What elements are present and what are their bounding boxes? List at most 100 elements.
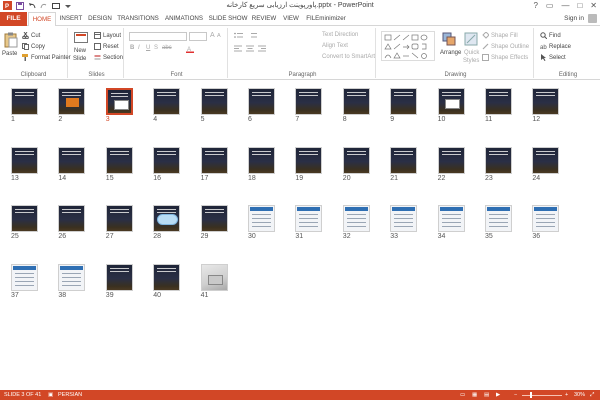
tab-slide-show[interactable]: SLIDE SHOW [208, 12, 248, 26]
slide-thumbnail[interactable]: 10 [437, 88, 465, 123]
font-size-combo[interactable] [189, 32, 207, 41]
arrange-button[interactable]: Arrange [440, 50, 461, 56]
slide-thumbnail[interactable]: 29 [200, 205, 228, 240]
slide-thumbnail[interactable]: 5 [200, 88, 228, 123]
slide-thumbnail[interactable]: 26 [58, 205, 86, 240]
copy-button[interactable]: Copy [22, 43, 45, 50]
tab-animations[interactable]: ANIMATIONS [162, 12, 206, 26]
slide-thumbnail[interactable]: 41 [200, 263, 228, 299]
shape-fill-button[interactable]: Shape Fill [482, 31, 518, 39]
align-right-button[interactable] [258, 45, 266, 52]
help-button[interactable]: ? [533, 1, 537, 10]
slide-thumbnail[interactable]: 39 [105, 263, 133, 299]
slide-sorter-view-icon[interactable]: ▦ [472, 390, 477, 400]
paste-icon[interactable] [4, 32, 18, 50]
ribbon-display-options-icon[interactable]: ▭ [546, 1, 554, 10]
slide-thumbnail[interactable]: 3 [105, 88, 133, 123]
zoom-in-button[interactable]: + [565, 390, 568, 400]
slide-thumbnail[interactable]: 14 [58, 146, 86, 182]
slide-thumbnail[interactable]: 1 [11, 88, 38, 123]
find-button[interactable]: Find [540, 32, 561, 40]
slide-thumbnail[interactable]: 15 [105, 146, 133, 182]
zoom-slider[interactable] [522, 394, 562, 396]
slide-thumbnail[interactable]: 2 [58, 88, 86, 123]
tab-view[interactable]: VIEW [280, 12, 302, 26]
slide-thumbnail[interactable]: 23 [485, 146, 512, 182]
slide-thumbnail[interactable]: 28 [153, 205, 181, 240]
new-slide-icon[interactable] [74, 32, 88, 47]
slide-thumbnail[interactable]: 22 [437, 146, 465, 182]
increase-font-size-button[interactable]: A [210, 32, 215, 39]
minimize-button[interactable]: — [561, 1, 569, 10]
shadow-button[interactable]: S [154, 45, 158, 51]
tab-home[interactable]: HOME [28, 12, 56, 27]
paste-button[interactable]: Paste [2, 51, 17, 57]
slide-thumbnail[interactable]: 8 [342, 88, 370, 123]
slide-show-view-icon[interactable]: ▶ [496, 390, 500, 400]
slide-thumbnail[interactable]: 35 [485, 205, 512, 240]
strikethrough-button[interactable]: abc [162, 45, 172, 51]
font-name-combo[interactable] [129, 32, 187, 41]
bullets-button[interactable] [234, 32, 243, 39]
fit-slide-icon[interactable]: ⤢ [590, 390, 594, 400]
spellcheck-icon[interactable]: ▣ [48, 390, 53, 400]
slide-thumbnail[interactable]: 4 [153, 88, 181, 123]
layout-button[interactable]: Layout [94, 32, 121, 39]
shape-outline-button[interactable]: Shape Outline [482, 43, 529, 50]
normal-view-icon[interactable]: ▭ [460, 390, 465, 400]
slide-thumbnail[interactable]: 40 [153, 263, 181, 299]
select-button[interactable]: Select [540, 54, 566, 61]
slide-thumbnail[interactable]: 27 [105, 205, 133, 240]
align-left-button[interactable] [234, 45, 242, 52]
tab-file[interactable]: FILE [0, 12, 27, 26]
reading-view-icon[interactable]: ▤ [484, 390, 489, 400]
reset-button[interactable]: Reset [94, 43, 119, 50]
slide-thumbnail[interactable]: 32 [342, 205, 370, 240]
tab-insert[interactable]: INSERT [58, 12, 84, 26]
quick-styles-icon[interactable] [464, 32, 478, 48]
slide-thumbnail[interactable]: 20 [342, 146, 370, 182]
slide-thumbnail[interactable]: 19 [295, 146, 323, 182]
zoom-slider-thumb[interactable] [530, 392, 532, 398]
slide-thumbnail[interactable]: 7 [295, 88, 323, 123]
zoom-level[interactable]: 30% [574, 390, 585, 400]
numbering-button[interactable] [248, 32, 257, 39]
slide-thumbnail[interactable]: 25 [11, 205, 38, 240]
tab-review[interactable]: REVIEW [250, 12, 278, 26]
slide-thumbnail[interactable]: 37 [11, 263, 38, 299]
avatar[interactable] [588, 14, 597, 23]
slide-thumbnail[interactable]: 38 [58, 263, 86, 299]
zoom-out-button[interactable]: − [514, 390, 517, 400]
italic-button[interactable]: I [138, 45, 140, 51]
format-painter-button[interactable]: Format Painter [22, 54, 71, 61]
underline-button[interactable]: U [146, 45, 150, 51]
slide-thumbnail[interactable]: 34 [437, 205, 465, 240]
slide-thumbnail[interactable]: 9 [390, 88, 418, 123]
sign-in-link[interactable]: Sign in [564, 12, 584, 26]
slide-thumbnail[interactable]: 31 [295, 205, 323, 240]
replace-button[interactable]: ab Replace [540, 43, 571, 52]
bold-button[interactable]: B [130, 45, 134, 51]
align-center-button[interactable] [246, 45, 254, 52]
maximize-button[interactable]: □ [577, 1, 582, 10]
shapes-gallery[interactable] [381, 31, 435, 61]
slide-thumbnail[interactable]: 12 [532, 88, 560, 123]
slide-thumbnail[interactable]: 18 [248, 146, 275, 182]
slide-thumbnail[interactable]: 13 [11, 146, 38, 182]
tab-design[interactable]: DESIGN [86, 12, 114, 26]
tab-transitions[interactable]: TRANSITIONS [116, 12, 160, 26]
slide-thumbnail[interactable]: 11 [485, 88, 512, 123]
section-button[interactable]: Section [94, 54, 123, 61]
cut-button[interactable]: Cut [22, 31, 40, 40]
slide-thumbnail[interactable]: 6 [248, 88, 275, 123]
align-text-button[interactable]: Align Text [322, 43, 348, 49]
slide-thumbnail[interactable]: 21 [390, 146, 418, 182]
convert-to-smartart-button[interactable]: Convert to SmartArt [322, 54, 375, 60]
new-slide-button[interactable]: New [74, 48, 86, 54]
quick-styles-button[interactable]: Quick [464, 50, 479, 56]
slide-thumbnail[interactable]: 16 [153, 146, 181, 182]
slide-thumbnail[interactable]: 24 [532, 146, 560, 182]
slide-thumbnail[interactable]: 30 [248, 205, 275, 240]
tab-fileminimizer[interactable]: FILEminimizer [304, 12, 348, 26]
font-color-button[interactable]: A [186, 45, 194, 53]
